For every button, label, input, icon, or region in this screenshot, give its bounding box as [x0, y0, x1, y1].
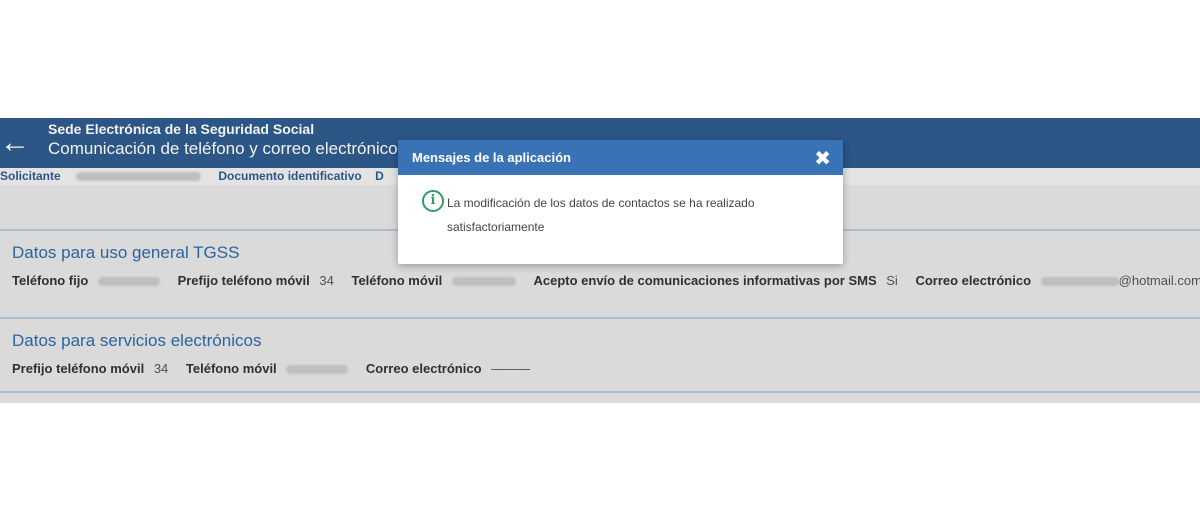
dialog-message: La modificación de los datos de contacto… — [447, 196, 755, 234]
info-icon: i — [422, 190, 444, 212]
message-dialog: Mensajes de la aplicación ✖ i La modific… — [398, 140, 843, 264]
dialog-title: Mensajes de la aplicación — [412, 150, 571, 165]
dialog-body: i La modificación de los datos de contac… — [398, 175, 843, 255]
close-icon[interactable]: ✖ — [814, 146, 831, 171]
dialog-header: Mensajes de la aplicación ✖ — [398, 140, 843, 175]
